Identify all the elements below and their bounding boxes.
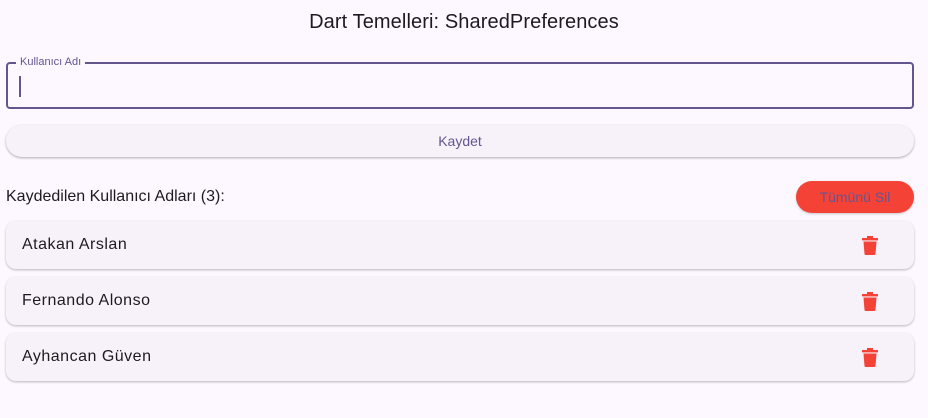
save-button[interactable]: Kaydet: [6, 125, 914, 157]
username-text: Atakan Arslan: [22, 236, 128, 253]
delete-item-button[interactable]: [858, 345, 882, 369]
delete-item-button[interactable]: [858, 289, 882, 313]
page-title: Dart Temelleri: SharedPreferences: [309, 10, 619, 33]
delete-all-button[interactable]: Tümünü Sil: [796, 181, 914, 213]
trash-icon: [862, 235, 878, 255]
list-item: Atakan Arslan: [6, 221, 914, 269]
list-item: Ayhancan Güven: [6, 333, 914, 381]
trash-icon: [862, 347, 878, 367]
app-bar: Dart Temelleri: SharedPreferences: [0, 0, 928, 44]
trash-icon: [862, 291, 878, 311]
list-item: Fernando Alonso: [6, 277, 914, 325]
username-text: Ayhancan Güven: [22, 348, 152, 365]
text-cursor: [19, 76, 21, 97]
saved-usernames-title: Kaydedilen Kullanıcı Adları (3):: [6, 188, 225, 205]
delete-item-button[interactable]: [858, 233, 882, 257]
user-list: Atakan Arslan Fernando Alonso Ayhancan G…: [6, 221, 914, 389]
username-input[interactable]: [18, 64, 898, 107]
username-text: Fernando Alonso: [22, 292, 151, 309]
username-field[interactable]: Kullanıcı Adı: [6, 55, 914, 109]
list-header: Kaydedilen Kullanıcı Adları (3): Tümünü …: [6, 181, 914, 213]
